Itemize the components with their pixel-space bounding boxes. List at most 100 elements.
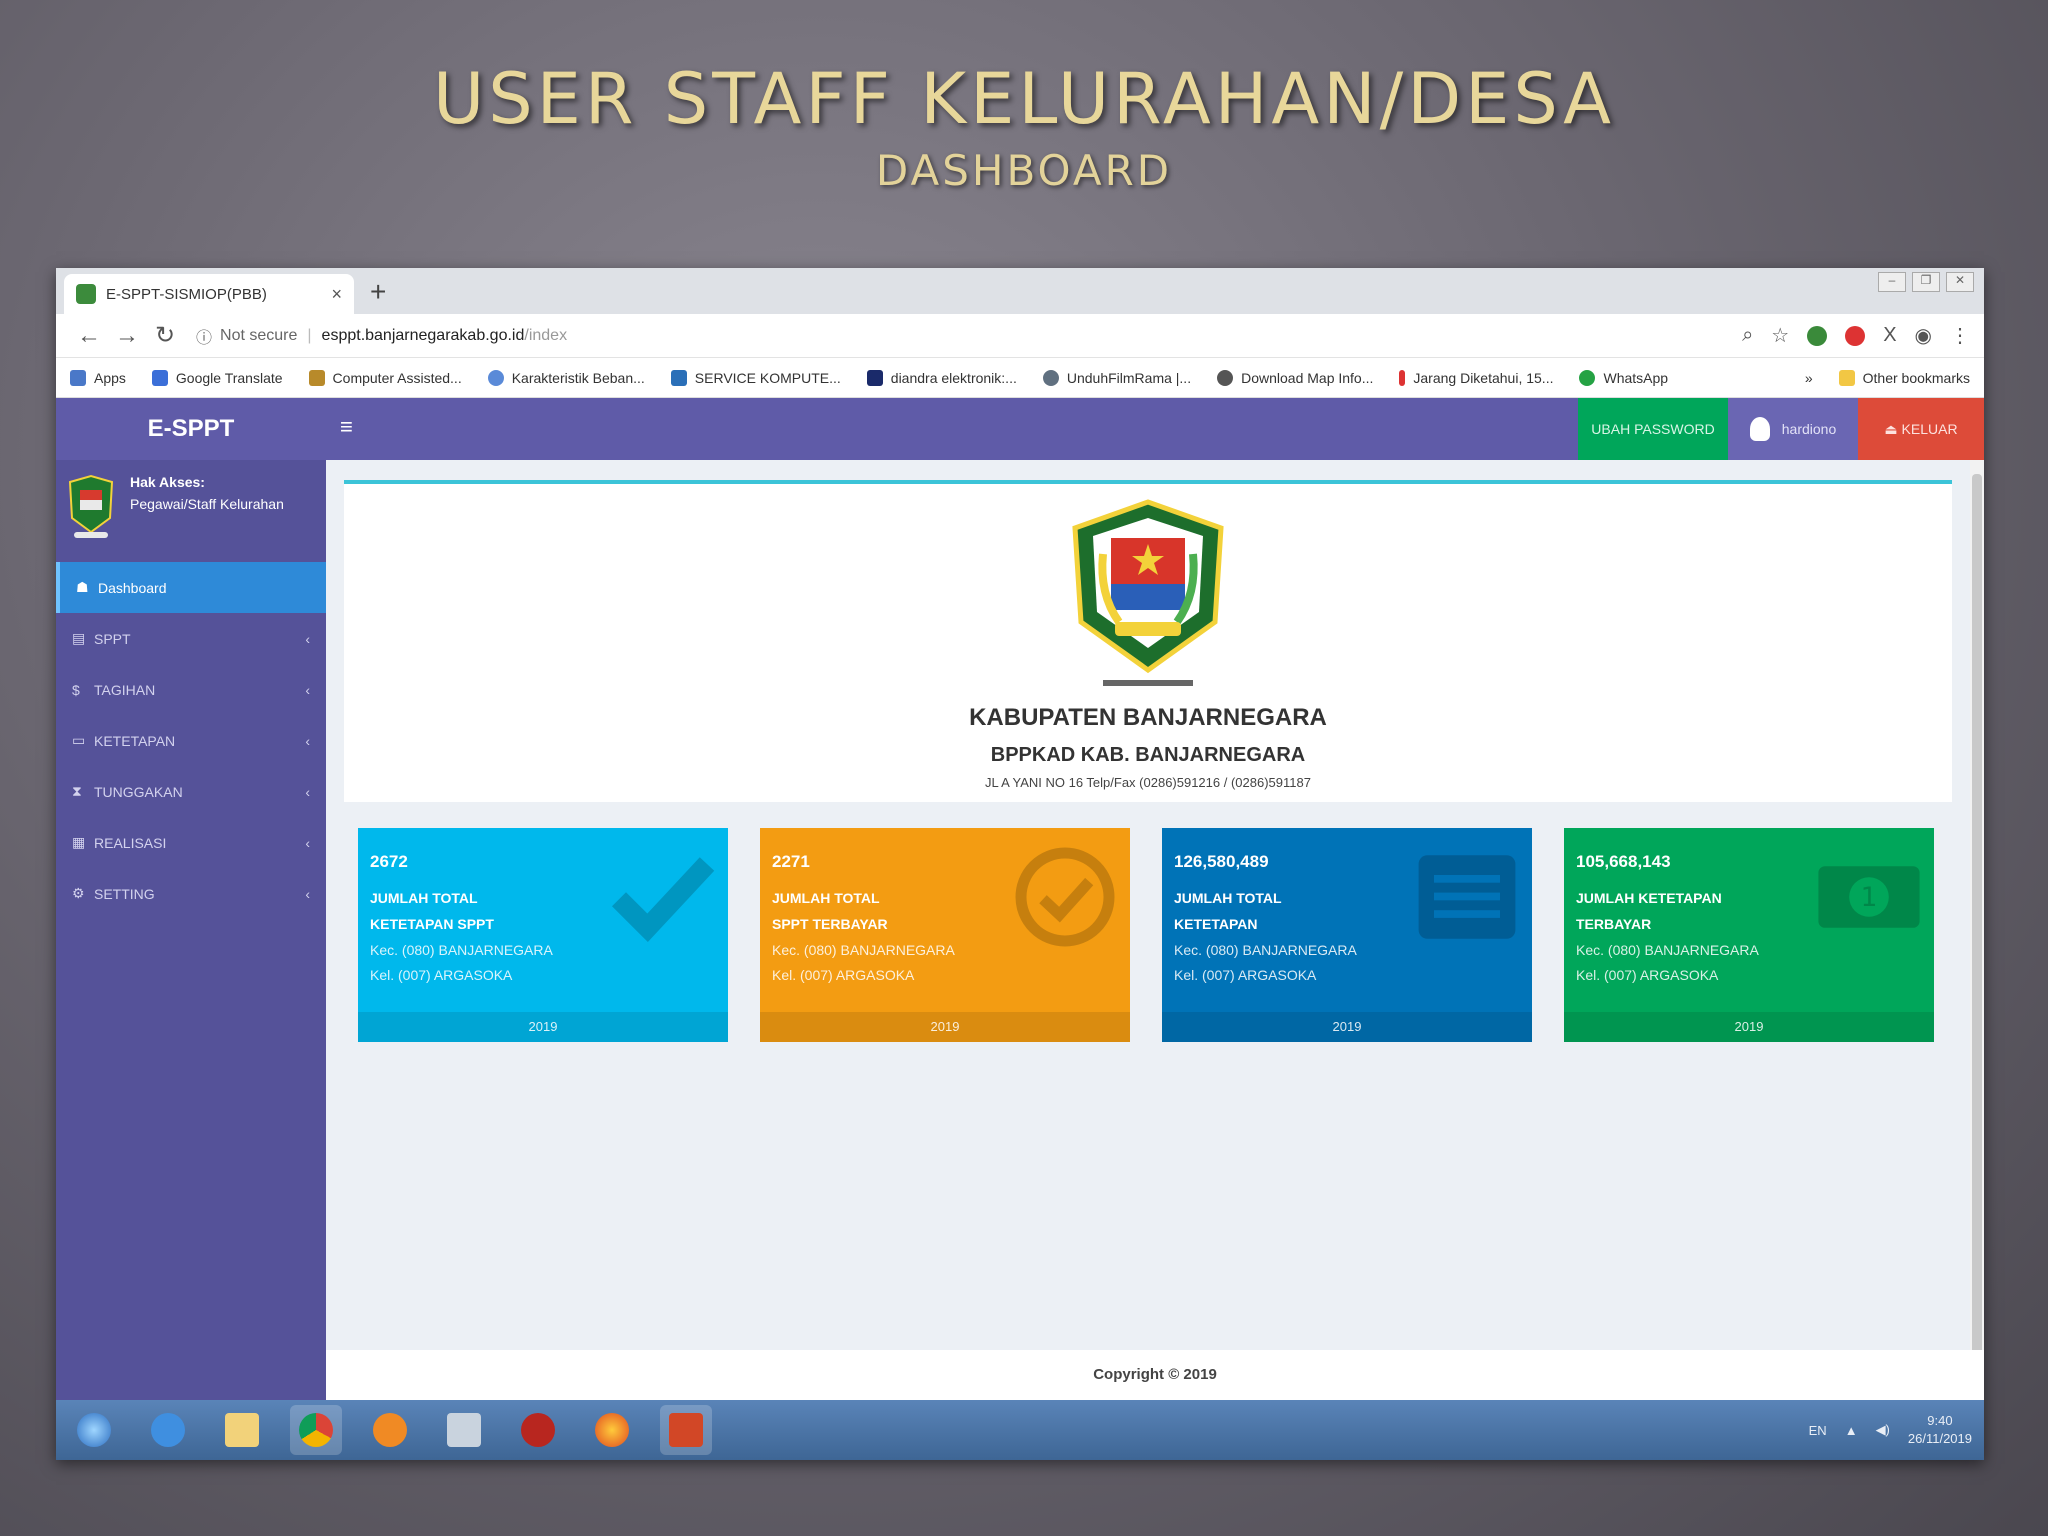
chrome-icon[interactable]	[290, 1405, 342, 1455]
restore-icon[interactable]: ❐	[1912, 272, 1940, 292]
scrollbar-thumb[interactable]	[1972, 474, 1982, 1380]
stat-card-total-ketetapan[interactable]: 126,580,489 JUMLAH TOTAL KETETAPAN Kec. …	[1162, 828, 1532, 1042]
paint-glyph	[447, 1413, 481, 1447]
paint-icon[interactable]	[438, 1405, 490, 1455]
database-icon: ▤	[72, 630, 86, 646]
window-close-icon[interactable]: ✕	[1946, 272, 1974, 292]
chrome-glyph	[299, 1413, 333, 1447]
app-red-icon[interactable]	[512, 1405, 564, 1455]
chevron-left-icon: ‹	[305, 834, 310, 851]
bookmark-icon	[1217, 369, 1234, 386]
bookmark-item[interactable]: Karakteristik Beban...	[487, 369, 645, 386]
windows-start-icon[interactable]	[68, 1405, 120, 1455]
menu-kebab-icon[interactable]: ⋮	[1950, 323, 1970, 348]
logout-button[interactable]: ⏏ KELUAR	[1858, 398, 1984, 460]
forward-icon[interactable]: →	[108, 322, 146, 350]
stat-card-sppt-terbayar[interactable]: 2271 JUMLAH TOTAL SPPT TERBAYAR Kec. (08…	[760, 828, 1130, 1042]
bookmark-item[interactable]: Google Translate	[151, 369, 283, 386]
stat-label-line1: JUMLAH TOTAL	[1174, 890, 1282, 906]
hamburger-menu-icon[interactable]: ≡	[340, 414, 353, 440]
star-icon[interactable]: ☆	[1771, 323, 1789, 348]
stat-card-total-ketetapan-sppt[interactable]: 2672 JUMLAH TOTAL KETETAPAN SPPT Kec. (0…	[358, 828, 728, 1042]
chevron-left-icon: ‹	[305, 630, 310, 647]
app-brand[interactable]: E-SPPT	[56, 398, 326, 460]
language-indicator[interactable]: EN	[1809, 1423, 1827, 1438]
info-icon[interactable]: ⓘ	[196, 324, 212, 348]
volume-icon[interactable]: ◀)	[1876, 1422, 1890, 1438]
sidebar-item-setting[interactable]: ⚙ SETTING ‹	[56, 868, 326, 919]
sidebar-item-label: REALISASI	[94, 834, 167, 851]
site-favicon-icon	[76, 284, 96, 304]
sidebar-item-realisasi[interactable]: ▦ REALISASI ‹	[56, 817, 326, 868]
sidebar-item-ketetapan[interactable]: ▭ KETETAPAN ‹	[56, 715, 326, 766]
sign-out-icon: ⏏	[1884, 421, 1902, 437]
media-glyph	[373, 1413, 407, 1447]
close-tab-icon[interactable]: ×	[331, 284, 342, 305]
other-bookmarks[interactable]: Other bookmarks	[1838, 369, 1970, 386]
reload-icon[interactable]: ↻	[146, 321, 184, 350]
stat-year: 2019	[358, 1012, 728, 1042]
sidebar-item-tagihan[interactable]: $ TAGIHAN ‹	[56, 664, 326, 715]
user-menu[interactable]: hardiono	[1728, 398, 1858, 460]
org-subtitle: BPPKAD KAB. BANJARNEGARA	[990, 744, 1306, 766]
back-icon[interactable]: ←	[70, 322, 108, 350]
stat-year: 2019	[760, 1012, 1130, 1042]
bookmark-label: SERVICE KOMPUTE...	[694, 369, 841, 386]
stat-value: 105,668,143	[1576, 852, 1671, 871]
red-app-glyph	[521, 1413, 555, 1447]
firefox-glyph	[595, 1413, 629, 1447]
browser-tab[interactable]: E-SPPT-SISMIOP(PBB) ×	[64, 274, 354, 314]
whatsapp-icon	[1579, 369, 1596, 386]
money-bill-icon: 1	[1818, 866, 1920, 928]
sidebar-item-sppt[interactable]: ▤ SPPT ‹	[56, 613, 326, 664]
url-field[interactable]: ⓘ Not secure | esppt.banjarnegarakab.go.…	[184, 320, 1742, 352]
sidebar-item-tunggakan[interactable]: ⧗ TUNGGAKAN ‹	[56, 766, 326, 817]
bookmark-item[interactable]: Computer Assisted...	[308, 369, 462, 386]
dashboard-icon: ☗	[76, 579, 89, 595]
bookmark-item[interactable]: WhatsApp	[1579, 369, 1668, 386]
bookmarks-more-button[interactable]: »	[1805, 370, 1813, 386]
slide-subtitle: DASHBOARD	[875, 146, 1173, 195]
minimize-icon[interactable]: –	[1878, 272, 1906, 292]
firefox-icon[interactable]	[586, 1405, 638, 1455]
bookmark-label: diandra elektronik:...	[890, 369, 1017, 386]
sidebar-menu: ☗ Dashboard ▤ SPPT ‹ $ TAGIHAN ‹ ▭ KETET…	[56, 562, 326, 919]
powerpoint-icon[interactable]	[660, 1405, 712, 1455]
bookmark-item[interactable]: Jarang Diketahui, 15...	[1399, 369, 1553, 386]
folder-icon	[1838, 369, 1855, 386]
url-path: /index	[524, 326, 568, 344]
bookmark-label: Apps	[94, 369, 126, 386]
sidebar-item-dashboard[interactable]: ☗ Dashboard	[56, 562, 326, 613]
extension-x-icon[interactable]: X	[1883, 324, 1896, 347]
start-orb	[77, 1413, 111, 1447]
stat-label-line2: KETETAPAN SPPT	[370, 916, 494, 932]
internet-explorer-icon[interactable]	[142, 1405, 194, 1455]
bookmark-item[interactable]: diandra elektronik:...	[866, 369, 1017, 386]
bookmark-item[interactable]: UnduhFilmRama |...	[1042, 369, 1191, 386]
clock-date: 26/11/2019	[1907, 1431, 1972, 1446]
zoom-icon[interactable]: ⌕	[1742, 324, 1753, 347]
bookmark-icon	[308, 369, 325, 386]
file-explorer-icon[interactable]	[216, 1405, 268, 1455]
clock[interactable]: 9:40 26/11/2019	[1908, 1412, 1972, 1448]
other-bookmarks-label: Other bookmarks	[1862, 369, 1970, 386]
adblock-icon[interactable]	[1845, 325, 1866, 346]
new-tab-button[interactable]: +	[370, 276, 386, 308]
bookmark-item[interactable]: Download Map Info...	[1217, 369, 1373, 386]
extension-icon[interactable]	[1807, 325, 1828, 346]
stat-card-ketetapan-terbayar[interactable]: 105,668,143 JUMLAH KETETAPAN TERBAYAR Ke…	[1564, 828, 1934, 1042]
bookmark-item[interactable]: SERVICE KOMPUTE...	[670, 369, 841, 386]
tab-strip: E-SPPT-SISMIOP(PBB) × + – ❐ ✕	[56, 268, 1984, 314]
bookmark-apps[interactable]: Apps	[70, 369, 126, 386]
stat-label-line1: JUMLAH TOTAL	[772, 890, 880, 906]
bookmark-label: Computer Assisted...	[332, 369, 462, 386]
profile-icon[interactable]: ◉	[1915, 323, 1932, 348]
stat-kecamatan: Kec. (080) BANJARNEGARA	[772, 942, 955, 958]
sidebar-item-label: SETTING	[94, 885, 155, 902]
ie-glyph	[151, 1413, 185, 1447]
network-icon[interactable]: ▲	[1845, 1423, 1858, 1438]
media-player-icon[interactable]	[364, 1405, 416, 1455]
change-password-button[interactable]: UBAH PASSWORD	[1578, 398, 1728, 460]
url-separator: |	[307, 326, 312, 344]
monitor-icon: ▭	[72, 732, 86, 748]
